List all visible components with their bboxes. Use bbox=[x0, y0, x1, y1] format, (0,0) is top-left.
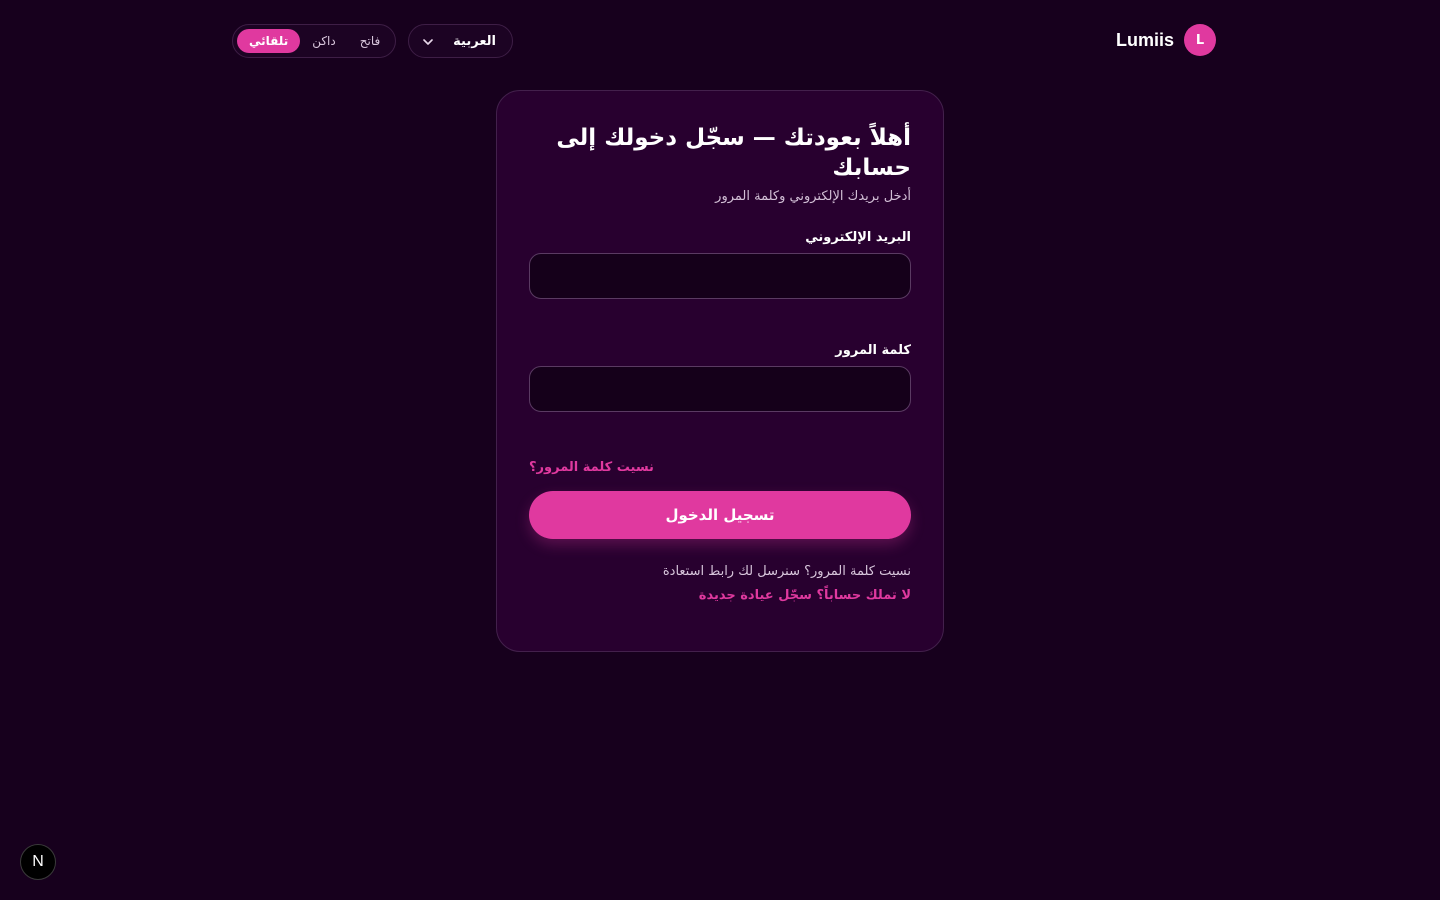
brand[interactable]: Lumiis L bbox=[1116, 24, 1217, 56]
login-subtitle: أدخل بريدك الإلكتروني وكلمة المرور bbox=[715, 189, 911, 204]
login-card: أهلاً بعودتك — سجّل دخولك إلى حسابك أدخل… bbox=[496, 90, 944, 652]
dev-indicator-letter: N bbox=[32, 853, 44, 870]
theme-option-auto[interactable]: تلقائي bbox=[237, 29, 301, 53]
login-button[interactable]: تسجيل الدخول bbox=[529, 491, 911, 539]
theme-option-light[interactable]: فاتح bbox=[348, 29, 392, 53]
login-title: أهلاً بعودتك — سجّل دخولك إلى حسابك bbox=[556, 125, 911, 181]
password-label: كلمة المرور bbox=[835, 343, 911, 358]
chevron-down-icon bbox=[423, 35, 433, 48]
language-select[interactable]: العربية bbox=[408, 24, 513, 58]
login-page: Lumiis L العربية تلقائي داكن فاتح أهلاً … bbox=[0, 0, 1440, 900]
language-select-value: العربية bbox=[453, 33, 496, 49]
forgot-password-link[interactable]: نسيت كلمة المرور؟ bbox=[529, 460, 654, 475]
theme-toggle: تلقائي داكن فاتح bbox=[232, 24, 396, 58]
signup-link[interactable]: لا تملك حساباً؟ سجّل عيادة جديدة bbox=[699, 588, 911, 603]
theme-option-dark[interactable]: داكن bbox=[300, 29, 348, 53]
password-field[interactable] bbox=[529, 366, 911, 412]
email-label: البريد الإلكتروني bbox=[805, 230, 911, 245]
brand-name: Lumiis bbox=[1116, 29, 1175, 50]
help-text: نسيت كلمة المرور؟ سنرسل لك رابط استعادة bbox=[662, 564, 911, 579]
dev-indicator-button[interactable]: N bbox=[20, 844, 56, 880]
forgot-password-row: نسيت كلمة المرور؟ bbox=[529, 456, 911, 475]
brand-avatar: L bbox=[1184, 24, 1217, 56]
email-field[interactable] bbox=[529, 253, 911, 299]
